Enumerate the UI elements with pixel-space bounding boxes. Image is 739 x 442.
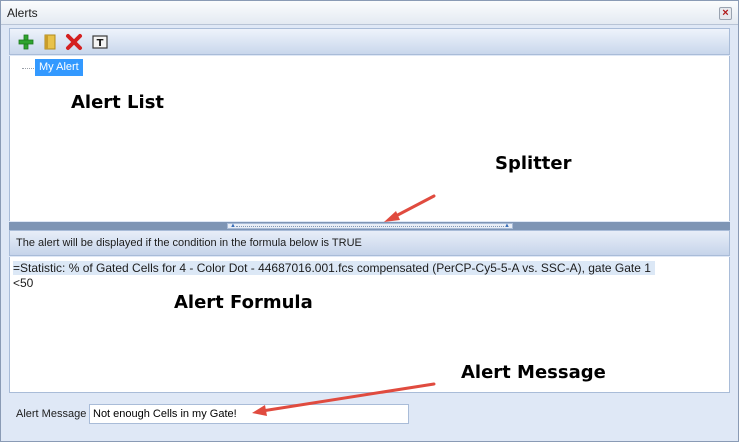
formula-header-text: The alert will be displayed if the condi… [16,237,362,249]
svg-text:T: T [97,38,104,49]
splitter-grip [236,226,504,227]
splitter[interactable]: ▲ ▲ [9,222,730,230]
title-bar: Alerts × [1,1,738,25]
alert-formula-callout: Alert Formula [174,292,313,313]
folder-icon[interactable] [40,32,60,52]
close-button[interactable]: × [719,7,732,20]
alert-message-input[interactable]: Not enough Cells in my Gate! [89,404,409,424]
add-icon[interactable] [16,32,36,52]
formula-editor[interactable]: =Statistic: % of Gated Cells for 4 - Col… [9,257,730,393]
rename-icon[interactable]: T [90,32,110,52]
formula-line: =Statistic: % of Gated Cells for 4 - Col… [13,261,655,275]
alert-message-callout: Alert Message [461,362,606,383]
splitter-callout: Splitter [495,153,572,174]
delete-icon[interactable] [64,32,84,52]
formula-header: The alert will be displayed if the condi… [9,230,730,256]
up-arrow-icon: ▲ [504,223,510,229]
alerts-window: Alerts × T My Alert ▲ ▲ The alert will b… [0,0,739,442]
alert-list-pane: My Alert [9,56,730,221]
toolbar: T [9,28,730,55]
alert-message-label: Alert Message [16,408,87,420]
splitter-handle[interactable]: ▲ ▲ [227,223,513,229]
alert-list-item[interactable]: My Alert [35,59,83,76]
formula-line: <50 [13,276,34,290]
alert-list-callout: Alert List [71,92,165,113]
message-bar: Alert Message Not enough Cells in my Gat… [9,397,730,431]
window-title: Alerts [7,6,38,20]
